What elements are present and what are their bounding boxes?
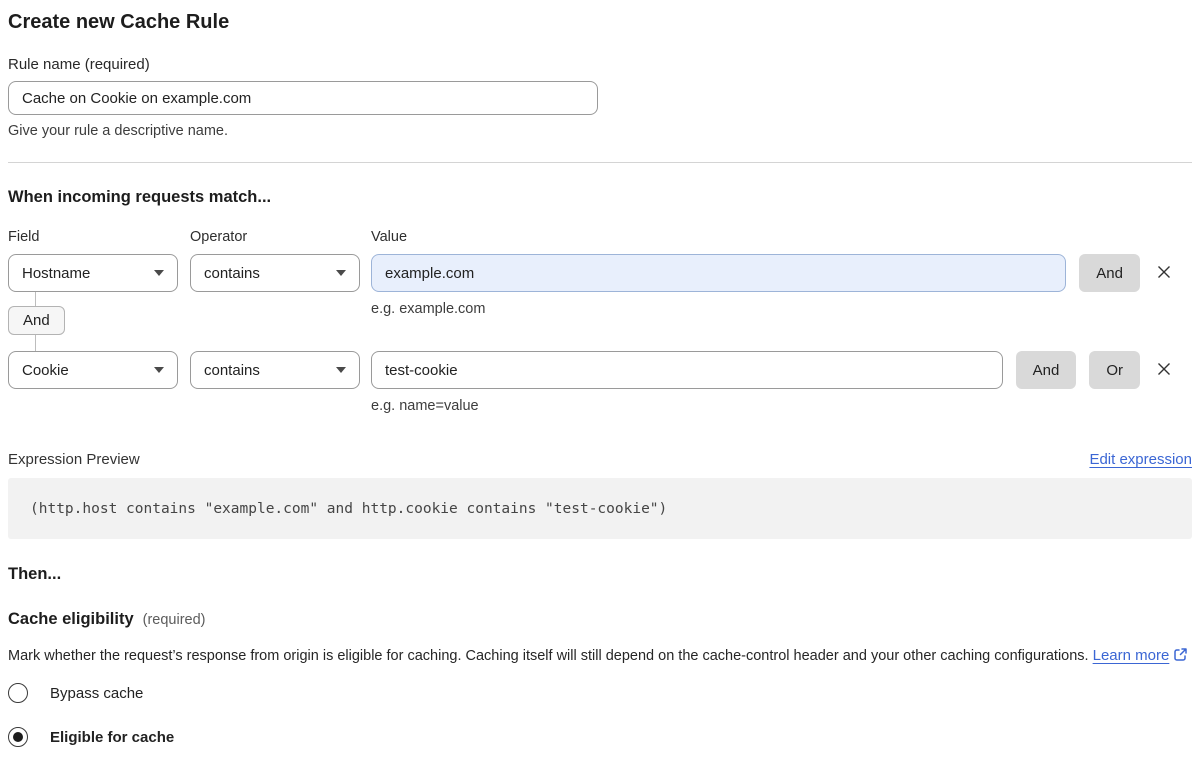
- radio-label: Eligible for cache: [50, 729, 174, 746]
- condition-connector-zone: e.g. example.com And: [8, 292, 1176, 351]
- value-hint-1: e.g. example.com: [371, 301, 485, 317]
- remove-condition-button-2[interactable]: [1152, 351, 1176, 389]
- field-column-label: Field: [8, 229, 190, 246]
- expression-preview-header: Expression Preview Edit expression: [8, 451, 1192, 468]
- radio-selected-icon[interactable]: [8, 727, 28, 747]
- section-divider: [8, 162, 1192, 163]
- add-or-condition-button-2[interactable]: Or: [1089, 351, 1140, 389]
- add-and-condition-button-1[interactable]: And: [1079, 254, 1140, 292]
- radio-option-bypass-cache[interactable]: Bypass cache: [8, 683, 1192, 703]
- chevron-down-icon: [154, 270, 164, 276]
- condition-row-1: Hostname contains And: [8, 254, 1176, 292]
- condition-row-2: Cookie contains And Or: [8, 351, 1176, 389]
- description-text: Mark whether the request’s response from…: [8, 648, 1089, 664]
- and-connector-toggle[interactable]: And: [8, 306, 65, 335]
- rule-name-label: Rule name (required): [8, 56, 1192, 74]
- close-icon: [1154, 359, 1174, 382]
- chevron-down-icon: [336, 270, 346, 276]
- required-note: (required): [143, 612, 206, 628]
- page-title: Create new Cache Rule: [8, 10, 1192, 34]
- learn-more-link[interactable]: Learn more: [1093, 647, 1170, 664]
- expression-preview-code: (http.host contains "example.com" and ht…: [8, 478, 1192, 539]
- operator-select-1-value: contains: [204, 265, 260, 282]
- field-select-2[interactable]: Cookie: [8, 351, 178, 389]
- operator-select-2[interactable]: contains: [190, 351, 360, 389]
- radio-option-eligible-for-cache[interactable]: Eligible for cache: [8, 727, 1192, 747]
- rule-name-input[interactable]: [8, 81, 598, 115]
- field-select-1[interactable]: Hostname: [8, 254, 178, 292]
- operator-column-label: Operator: [190, 229, 371, 246]
- value-column-label: Value: [371, 229, 407, 246]
- operator-select-2-value: contains: [204, 362, 260, 379]
- cache-eligibility-description: Mark whether the request’s response from…: [8, 642, 1192, 672]
- external-link-icon: [1173, 645, 1188, 672]
- cache-eligibility-heading: Cache eligibility: [8, 609, 134, 629]
- remove-condition-button-1[interactable]: [1152, 254, 1176, 292]
- create-cache-rule-form: Create new Cache Rule Rule name (require…: [0, 0, 1200, 747]
- value-input-2[interactable]: [371, 351, 1003, 389]
- then-heading: Then...: [8, 564, 1192, 584]
- value-input-1[interactable]: [371, 254, 1066, 292]
- radio-label: Bypass cache: [50, 685, 143, 702]
- field-select-1-value: Hostname: [22, 265, 90, 282]
- operator-select-1[interactable]: contains: [190, 254, 360, 292]
- conditions-list: Hostname contains And e.g. example.com A…: [8, 254, 1192, 415]
- edit-expression-link[interactable]: Edit expression: [1089, 451, 1192, 468]
- condition-column-labels: Field Operator Value: [8, 229, 1192, 246]
- value-hint-2: e.g. name=value: [8, 397, 1176, 415]
- match-heading: When incoming requests match...: [8, 187, 1192, 207]
- chevron-down-icon: [154, 367, 164, 373]
- cache-eligibility-heading-row: Cache eligibility (required): [8, 609, 1192, 629]
- close-icon: [1154, 262, 1174, 285]
- field-select-2-value: Cookie: [22, 362, 69, 379]
- add-and-condition-button-2[interactable]: And: [1016, 351, 1077, 389]
- radio-unselected-icon[interactable]: [8, 683, 28, 703]
- rule-name-help: Give your rule a descriptive name.: [8, 122, 1192, 140]
- expression-preview-label: Expression Preview: [8, 451, 140, 468]
- chevron-down-icon: [336, 367, 346, 373]
